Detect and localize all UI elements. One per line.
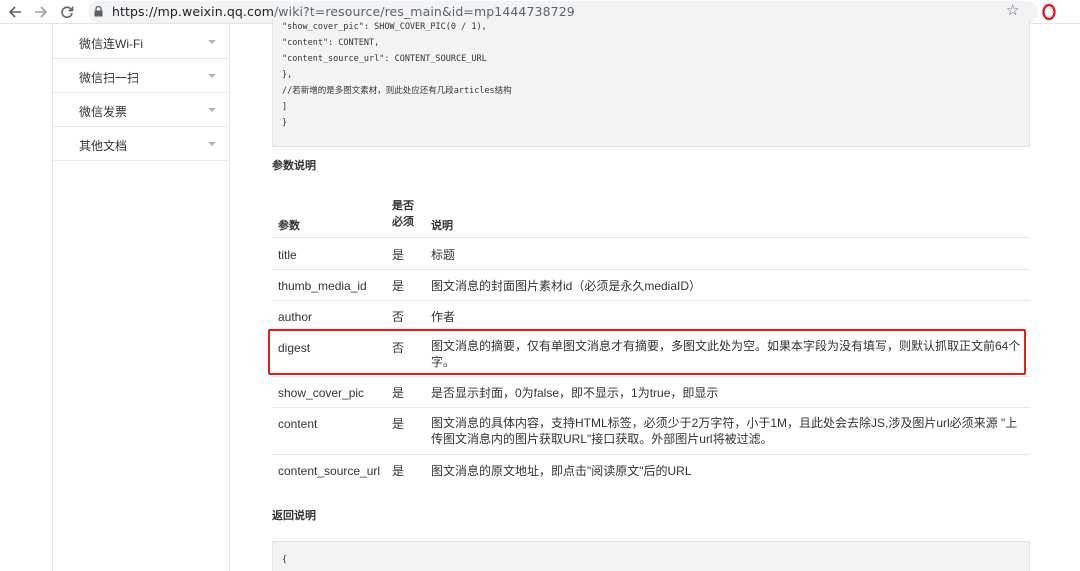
- table-row: author 否 作者: [272, 301, 1030, 332]
- param-required: 是: [392, 417, 405, 431]
- param-name: thumb_media_id: [278, 279, 367, 293]
- params-heading: 参数说明: [272, 160, 316, 172]
- sidebar-item-label: 微信扫一扫: [79, 71, 140, 85]
- sidebar: 微信连Wi-Fi 微信扫一扫 微信发票 其他文档: [52, 25, 230, 571]
- param-desc: 是否显示封面，0为false，即不显示，1为true，即显示: [431, 386, 719, 400]
- code-line: "content_source_url": CONTENT_SOURCE_URL: [282, 54, 487, 64]
- param-desc: 图文消息的具体内容，支持HTML标签，必须少于2万字符，小于1M，且此处会去除J…: [431, 416, 1018, 446]
- table-row: show_cover_pic 是 是否显示封面，0为false，即不显示，1为t…: [272, 377, 1030, 408]
- chevron-down-icon: [208, 108, 216, 112]
- chevron-down-icon: [208, 142, 216, 146]
- sidebar-item-other-docs[interactable]: 其他文档: [53, 127, 229, 161]
- lock-icon: [94, 6, 103, 17]
- col-header-param: 参数: [278, 220, 300, 232]
- param-required: 是: [392, 279, 405, 293]
- param-name: author: [278, 310, 313, 324]
- opera-icon[interactable]: [1042, 3, 1056, 21]
- table-header-row: 参数 是否必须 说明: [272, 195, 1030, 238]
- param-name: show_cover_pic: [278, 386, 365, 400]
- return-heading: 返回说明: [272, 510, 316, 522]
- sidebar-item-label: 微信发票: [79, 105, 128, 119]
- code-line: "show_cover_pic": SHOW_COVER_PIC(0 / 1),: [282, 22, 487, 32]
- code-line: },: [282, 70, 293, 80]
- table-row: content 是 图文消息的具体内容，支持HTML标签，必须少于2万字符，小于…: [272, 408, 1030, 455]
- param-name: content_source_url: [278, 464, 381, 478]
- param-required: 是: [392, 248, 405, 262]
- sidebar-item-scan[interactable]: 微信扫一扫: [53, 59, 229, 93]
- sidebar-item-wifi[interactable]: 微信连Wi-Fi: [53, 25, 229, 59]
- code-line: "content": CONTENT,: [282, 38, 380, 48]
- sidebar-item-invoice[interactable]: 微信发票: [53, 93, 229, 127]
- param-desc: 标题: [431, 248, 456, 262]
- arrow-left-icon: [8, 6, 21, 18]
- col-header-required: 是否必须: [392, 200, 414, 228]
- url-text: https://mp.weixin.qq.com/wiki?t=resource…: [112, 4, 575, 19]
- table-row: content_source_url 是 图文消息的原文地址，即点击"阅读原文"…: [272, 455, 1030, 486]
- param-desc: 图文消息的封面图片素材id（必须是永久mediaID）: [431, 279, 702, 293]
- param-required: 是: [392, 464, 405, 478]
- url-path: /wiki?t=resource/res_main&id=mp144473872…: [273, 4, 575, 19]
- url-host: https://mp.weixin.qq.com: [112, 4, 274, 19]
- param-required: 是: [392, 386, 405, 400]
- code-line: {: [282, 555, 288, 565]
- code-line: //若新增的是多图文素材，则此处应还有几段articles结构: [282, 86, 512, 96]
- param-desc: 图文消息的原文地址，即点击"阅读原文"后的URL: [431, 464, 692, 478]
- param-required: 否: [392, 310, 405, 324]
- sidebar-item-label: 其他文档: [79, 139, 128, 153]
- col-header-desc: 说明: [431, 220, 453, 232]
- bookmark-star-icon[interactable]: ☆: [1006, 3, 1019, 19]
- main-content: "show_cover_pic": SHOW_COVER_PIC(0 / 1),…: [230, 19, 1080, 571]
- table-row: title 是 标题: [272, 239, 1030, 270]
- arrow-right-icon: [35, 6, 48, 18]
- sidebar-item-label: 微信连Wi-Fi: [79, 37, 143, 51]
- param-name: content: [278, 417, 318, 431]
- forward-button[interactable]: [32, 3, 50, 21]
- reload-icon: [61, 6, 74, 19]
- table-row: thumb_media_id 是 图文消息的封面图片素材id（必须是永久medi…: [272, 270, 1030, 301]
- page-body: 微信连Wi-Fi 微信扫一扫 微信发票 其他文档 "show_cover_pic…: [0, 19, 1080, 571]
- chevron-down-icon: [208, 74, 216, 78]
- reload-button[interactable]: [58, 3, 76, 21]
- code-block-response: {: [272, 541, 1030, 571]
- code-block-request: "show_cover_pic": SHOW_COVER_PIC(0 / 1),…: [272, 19, 1030, 147]
- code-line: ]: [282, 102, 288, 112]
- code-line: }: [282, 118, 288, 128]
- param-desc: 作者: [431, 310, 456, 324]
- highlight-box: [268, 329, 1026, 375]
- back-button[interactable]: [6, 3, 24, 21]
- chevron-down-icon: [208, 40, 216, 44]
- param-name: title: [278, 248, 297, 262]
